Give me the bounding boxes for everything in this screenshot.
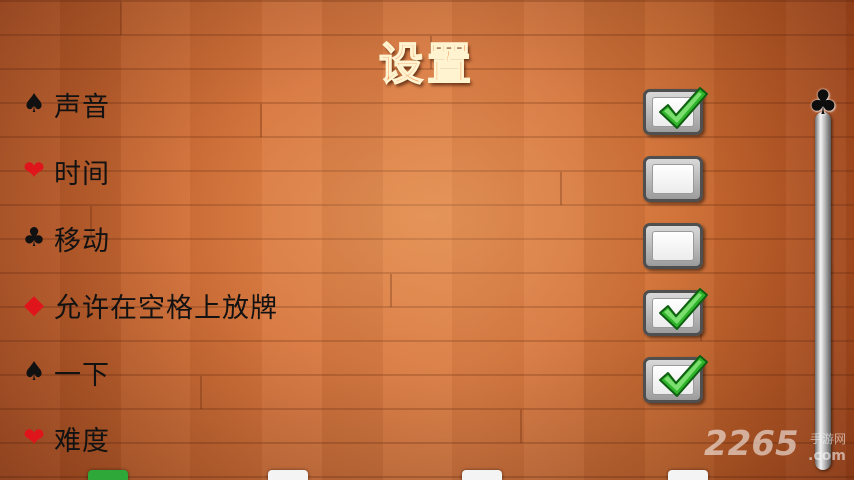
card-edge (462, 470, 502, 480)
setting-label: 允许在空格上放牌 (54, 292, 278, 324)
spade-icon: ♠ (22, 89, 46, 119)
setting-checkbox[interactable] (643, 156, 703, 202)
card-edge (668, 470, 708, 480)
setting-label: 一下 (54, 359, 110, 391)
card-edge (268, 470, 308, 480)
setting-row[interactable]: ♣ 移动 (18, 218, 110, 258)
scrollbar-track[interactable] (815, 112, 831, 470)
setting-checkbox[interactable] (643, 288, 708, 336)
setting-label: 声音 (54, 91, 110, 123)
heart-icon: ❤ (23, 423, 45, 453)
diamond-icon: ◆ (24, 290, 44, 320)
watermark-number: 2265 (704, 424, 799, 464)
setting-checkbox[interactable] (643, 87, 708, 135)
checkmark-icon (659, 355, 708, 397)
setting-row[interactable]: ❤ 难度 (18, 418, 110, 458)
setting-label: 移动 (54, 225, 110, 257)
setting-row[interactable]: ♠ 一下 (18, 352, 110, 392)
checkmark-icon (659, 288, 708, 330)
setting-row[interactable]: ◆ 允许在空格上放牌 (18, 285, 278, 325)
setting-checkbox[interactable] (643, 223, 703, 269)
setting-label: 难度 (54, 425, 110, 457)
spade-icon: ♠ (22, 357, 46, 387)
page-title: 设置 (378, 38, 475, 91)
setting-label: 时间 (54, 158, 110, 190)
settings-screen: 设置 ♠ 声音 ❤ 时间 ♣ 移动 ◆ 允许在空格上放牌 ♠ 一下 ❤ 难度 ♣ 2265 手游网 .… (0, 0, 854, 480)
checkbox-inner (652, 231, 694, 261)
card-edge (88, 470, 128, 480)
heart-icon: ❤ (23, 156, 45, 186)
checkmark-icon (659, 87, 708, 129)
wood-plank-joint (260, 104, 262, 137)
watermark-domain: .com (808, 448, 846, 464)
checkbox-inner (652, 164, 694, 194)
wood-plank-joint (200, 376, 202, 409)
club-icon: ♣ (22, 223, 46, 253)
setting-row[interactable]: ♠ 声音 (18, 84, 110, 124)
setting-checkbox[interactable] (643, 355, 708, 403)
wood-plank-joint (390, 274, 392, 307)
setting-row[interactable]: ❤ 时间 (18, 151, 110, 191)
watermark-logo: 2265 手游网 .com (704, 424, 854, 474)
wood-plank-joint (520, 410, 522, 443)
wood-plank-joint (560, 172, 562, 205)
club-icon[interactable]: ♣ (805, 86, 841, 120)
watermark-site-name: 手游网 (810, 432, 847, 446)
